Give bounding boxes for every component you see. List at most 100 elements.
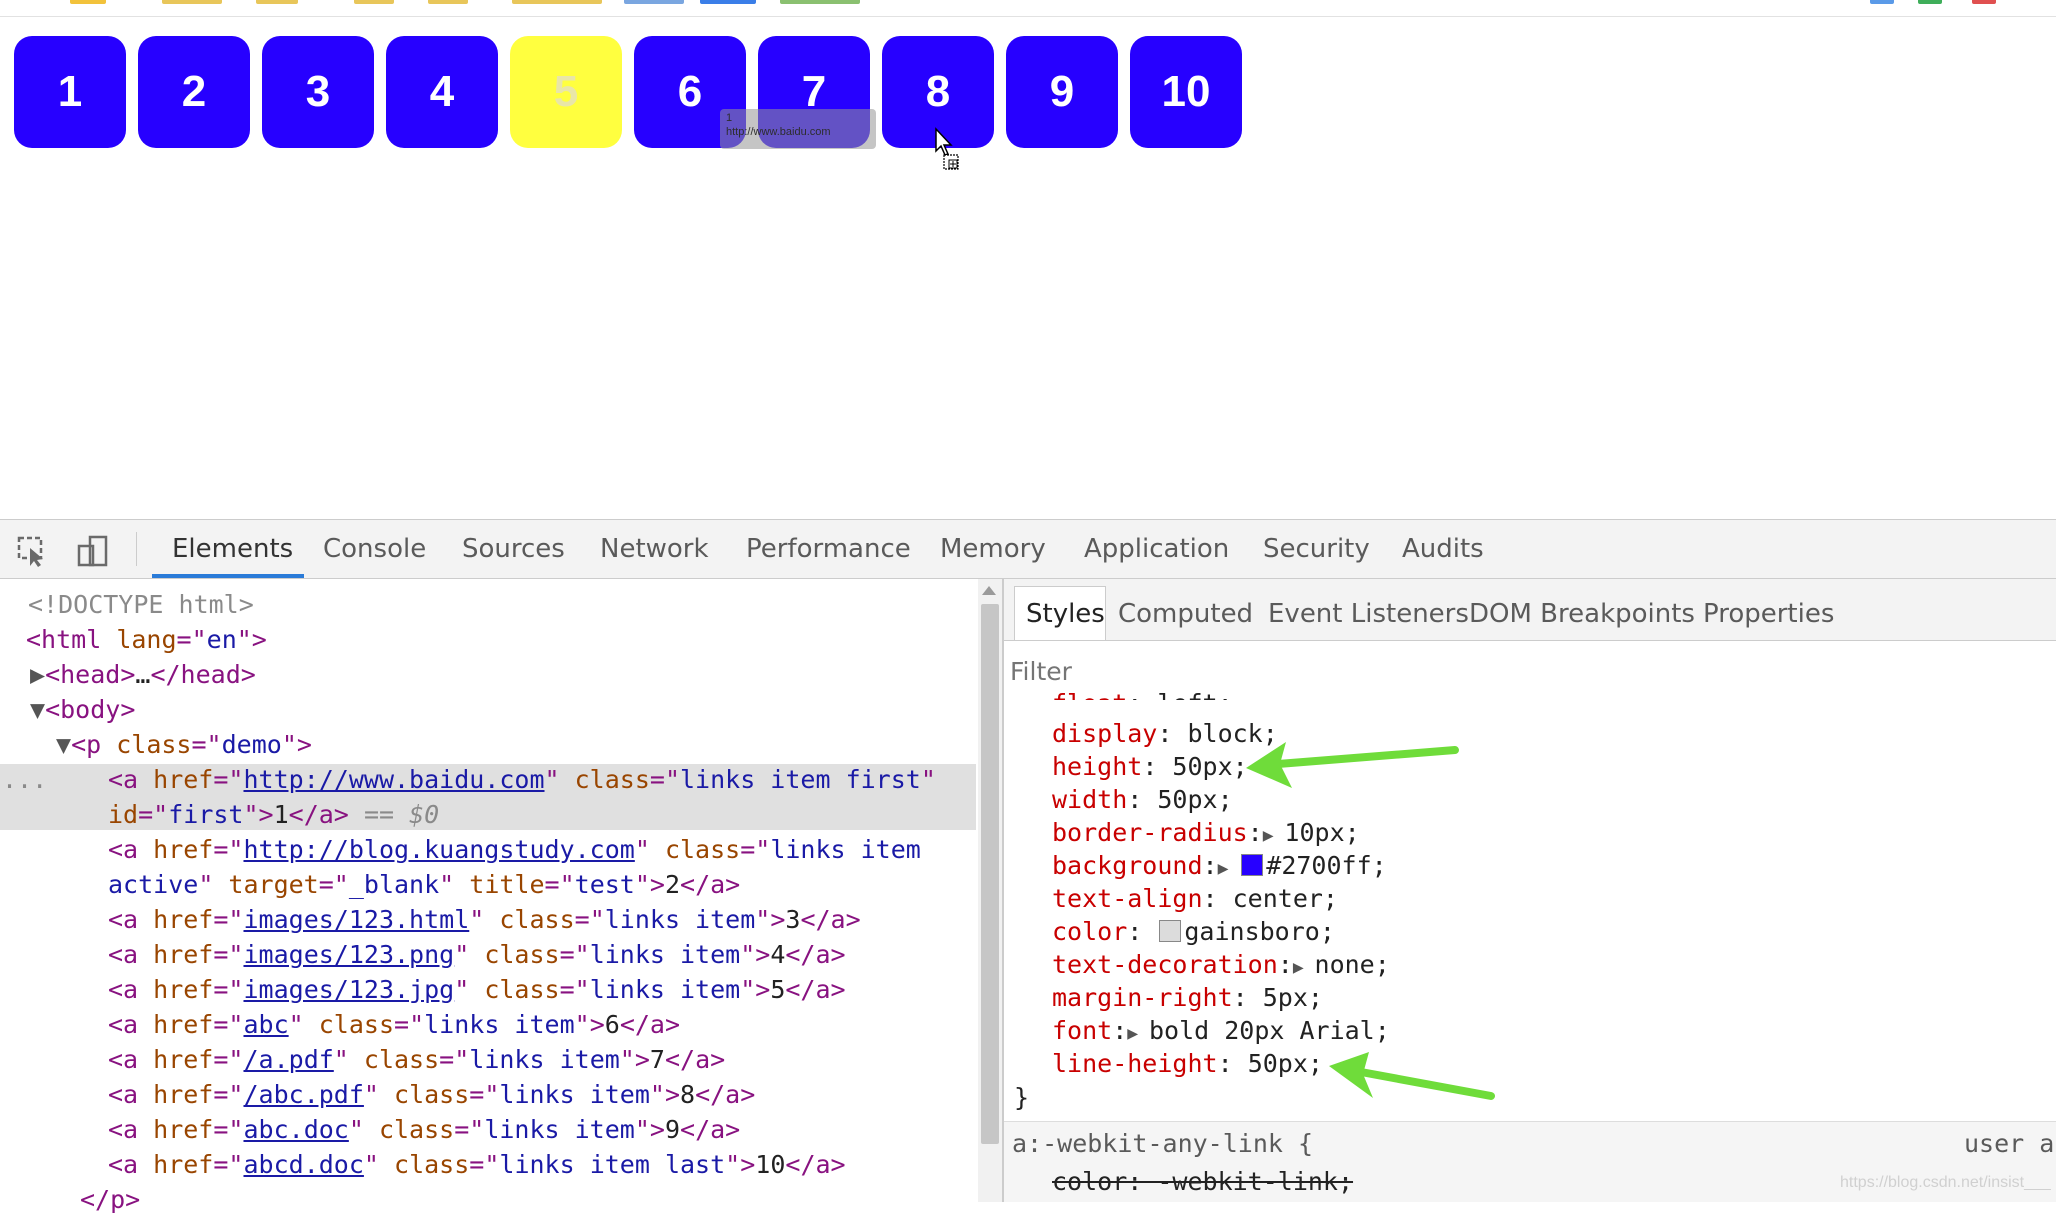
color-swatch-icon[interactable] <box>1159 920 1182 942</box>
link-text: 8 <box>680 1080 696 1109</box>
p-close-node[interactable]: </p> <box>80 1182 140 1217</box>
css-rule-close-brace: } <box>1014 1083 1030 1112</box>
tab-memory[interactable]: Memory <box>940 520 1046 578</box>
css-decl-margin-right[interactable]: margin-right: 5px; <box>1052 980 1323 1015</box>
link-href[interactable]: abc <box>243 1010 288 1039</box>
css-decl-height[interactable]: height: 50px; <box>1052 749 1248 784</box>
extension-icon[interactable] <box>1972 0 1996 4</box>
link-href[interactable]: abcd.doc <box>243 1150 363 1179</box>
link-node-4[interactable]: <a href="images/123.png" class="links it… <box>108 937 846 972</box>
link-text: 7 <box>649 1045 665 1074</box>
link-box-5-hover[interactable]: 5 <box>510 36 622 148</box>
css-prop-value: 5px; <box>1262 983 1323 1012</box>
body-node[interactable]: ▼<body> <box>30 692 135 727</box>
link-node-6[interactable]: <a href="abc" class="links item">6</a> <box>108 1007 680 1042</box>
tab-application[interactable]: Application <box>1084 520 1229 578</box>
link-box-1[interactable]: 1 <box>14 36 126 148</box>
doctype-node[interactable]: <!DOCTYPE html> <box>28 587 254 622</box>
tab-network[interactable]: Network <box>600 520 709 578</box>
subtab-properties[interactable]: Properties <box>1703 584 1834 644</box>
bookmark-fragment[interactable] <box>780 0 860 4</box>
tab-audits[interactable]: Audits <box>1402 520 1484 578</box>
link-node-2[interactable]: <a href="http://blog.kuangstudy.com" cla… <box>108 832 921 867</box>
collapse-arrow-icon[interactable]: ▼ <box>56 730 71 759</box>
link-href[interactable]: /abc.pdf <box>243 1080 363 1109</box>
tab-sources[interactable]: Sources <box>462 520 565 578</box>
expand-shorthand-icon[interactable]: ▶ <box>1127 1023 1149 1044</box>
inspect-element-icon[interactable] <box>16 534 50 568</box>
expand-shorthand-icon[interactable]: ▶ <box>1263 825 1285 846</box>
elements-scrollbar-thumb[interactable] <box>981 604 999 1144</box>
bookmark-fragment[interactable] <box>70 0 106 4</box>
bookmark-fragment[interactable] <box>700 0 756 4</box>
link-box-4[interactable]: 4 <box>386 36 498 148</box>
link-href[interactable]: /a.pdf <box>243 1045 333 1074</box>
extension-icon[interactable] <box>1870 0 1894 4</box>
tab-performance[interactable]: Performance <box>746 520 911 578</box>
expand-arrow-icon[interactable]: ▶ <box>30 660 45 689</box>
link-class: links item <box>589 975 741 1004</box>
link-href[interactable]: http://blog.kuangstudy.com <box>243 835 634 864</box>
color-swatch-icon[interactable] <box>1241 854 1264 876</box>
link-href[interactable]: http://www.baidu.com <box>243 765 544 794</box>
link-node-10[interactable]: <a href="abcd.doc" class="links item las… <box>108 1147 846 1182</box>
ua-rule-source: user a <box>1964 1129 2055 1158</box>
link-node-1-cont[interactable]: id="first">1</a> == $0 <box>108 797 439 832</box>
drag-preview-url: http://www.baidu.com <box>726 126 831 138</box>
link-box-3[interactable]: 3 <box>262 36 374 148</box>
link-text: 6 <box>604 1010 620 1039</box>
link-class: links item <box>604 905 756 934</box>
subtab-event-listeners[interactable]: Event Listeners <box>1268 584 1469 644</box>
ua-rule-struck-decl[interactable]: color: -webkit-link; <box>1052 1164 1353 1199</box>
link-node-7[interactable]: <a href="/a.pdf" class="links item">7</a… <box>108 1042 725 1077</box>
link-href[interactable]: abc.doc <box>243 1115 348 1144</box>
link-id: first <box>168 800 244 829</box>
bookmark-fragment[interactable] <box>162 0 222 4</box>
scroll-up-arrow-icon[interactable] <box>982 586 996 595</box>
bookmark-fragment[interactable] <box>256 0 298 4</box>
device-toolbar-icon[interactable] <box>76 534 110 568</box>
tab-console[interactable]: Console <box>323 520 426 578</box>
css-decl-text-align[interactable]: text-align: center; <box>1052 881 1338 916</box>
subtab-styles[interactable]: Styles <box>1026 584 1105 644</box>
link-box-10[interactable]: 10 <box>1130 36 1242 148</box>
link-box-2[interactable]: 2 <box>138 36 250 148</box>
css-prop-value: none; <box>1314 950 1390 979</box>
bookmark-fragment[interactable] <box>512 0 602 4</box>
css-decl-line-height[interactable]: line-height: 50px; <box>1052 1046 1323 1081</box>
node-actions-ellipsis[interactable]: ... <box>2 762 47 797</box>
toolbar-separator <box>136 532 137 566</box>
link-node-5[interactable]: <a href="images/123.jpg" class="links it… <box>108 972 846 1007</box>
link-node-2-cont[interactable]: active" target="_blank" title="test">2</… <box>108 867 740 902</box>
link-node-8[interactable]: <a href="/abc.pdf" class="links item">8<… <box>108 1077 755 1112</box>
link-node-3[interactable]: <a href="images/123.html" class="links i… <box>108 902 861 937</box>
expand-shorthand-icon[interactable]: ▶ <box>1218 858 1240 879</box>
css-prop-name: margin-right <box>1052 983 1233 1012</box>
link-node-9[interactable]: <a href="abc.doc" class="links item">9</… <box>108 1112 740 1147</box>
tab-elements[interactable]: Elements <box>172 520 293 578</box>
link-text: 10 <box>755 1150 786 1179</box>
css-decl-color[interactable]: color: gainsboro; <box>1052 914 1335 949</box>
subtab-computed[interactable]: Computed <box>1118 584 1253 644</box>
link-href[interactable]: images/123.png <box>243 940 454 969</box>
bookmark-fragment[interactable] <box>624 0 684 4</box>
css-prop-value: 10px; <box>1284 818 1360 847</box>
css-decl-width[interactable]: width: 50px; <box>1052 782 1233 817</box>
annotation-arrow-icon <box>1246 742 1459 788</box>
extension-icon[interactable] <box>1918 0 1942 4</box>
p-demo-node[interactable]: ▼<p class="demo"> <box>56 727 312 762</box>
link-box-9[interactable]: 9 <box>1006 36 1118 148</box>
link-href[interactable]: images/123.jpg <box>243 975 454 1004</box>
link-node-1[interactable]: <a href="http://www.baidu.com" class="li… <box>108 762 936 797</box>
bookmark-fragment[interactable] <box>428 0 468 4</box>
link-href[interactable]: images/123.html <box>243 905 469 934</box>
expand-shorthand-icon[interactable]: ▶ <box>1293 957 1315 978</box>
ua-rule-selector[interactable]: a:-webkit-any-link { <box>1012 1126 1313 1161</box>
html-node[interactable]: <html lang="en"> <box>26 622 267 657</box>
bookmark-fragment[interactable] <box>354 0 394 4</box>
tab-security[interactable]: Security <box>1263 520 1370 578</box>
collapse-arrow-icon[interactable]: ▼ <box>30 695 45 724</box>
head-node[interactable]: ▶<head>…</head> <box>30 657 256 692</box>
subtab-dom-breakpoints[interactable]: DOM Breakpoints <box>1469 584 1695 644</box>
link-text: 9 <box>664 1115 681 1144</box>
